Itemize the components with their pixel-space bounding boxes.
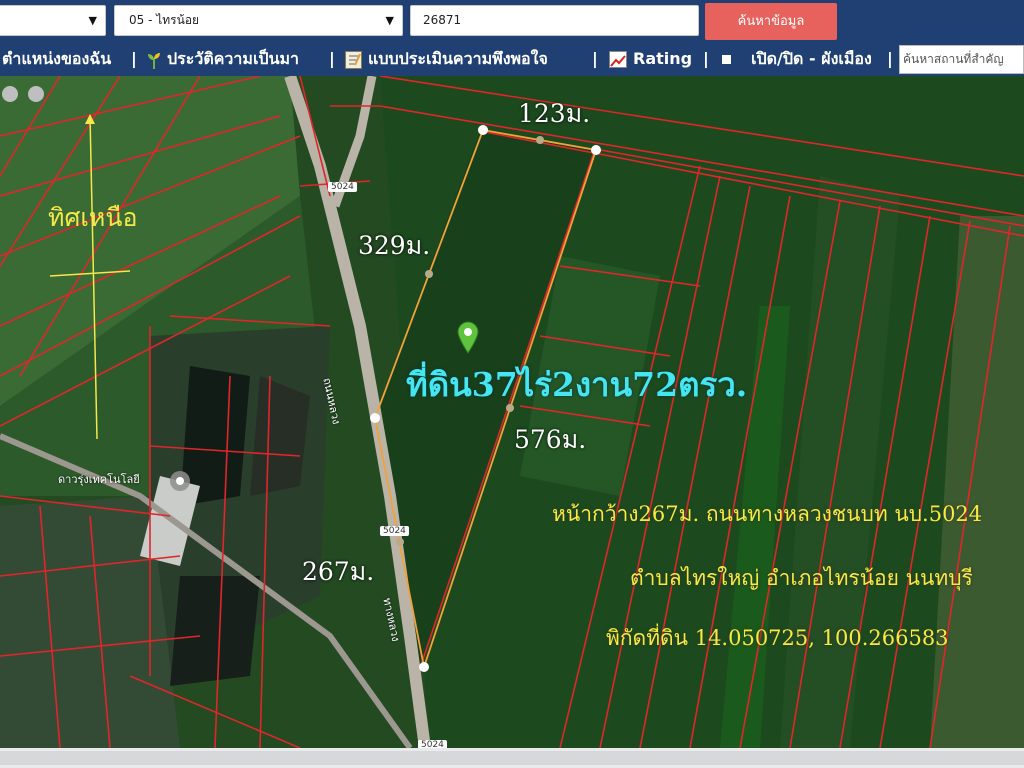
province-select[interactable]: ▼ [0, 5, 106, 36]
menu-my-location[interactable]: ตำแหน่งของฉัน [2, 48, 111, 70]
district-select-value: 05 - ไทรน้อย [129, 13, 200, 27]
menu-rating[interactable]: Rating [609, 48, 692, 70]
location-pin-icon[interactable] [456, 320, 480, 354]
satellite-map[interactable]: ทิศเหนือ 123ม. 329ม. 576ม. 267ม. ที่ดิน3… [0, 76, 1024, 748]
scrollbar-thumb[interactable] [0, 751, 1024, 765]
menu-my-location-label: ตำแหน่งของฉัน [2, 49, 112, 68]
coordinates-info-label: พิกัดที่ดิน 14.050725, 100.266583 [606, 626, 949, 650]
road-shield: 5024 [418, 740, 447, 748]
chevron-down-icon: ▼ [88, 14, 97, 27]
menu-separator: | [887, 49, 893, 68]
chevron-down-icon: ▼ [385, 14, 394, 27]
north-label: ทิศเหนือ [48, 203, 138, 232]
search-button[interactable]: ค้นหาข้อมูล [705, 3, 837, 40]
checkbox-icon[interactable] [722, 55, 731, 64]
menu-toggle-layer-label: เปิด/ปิด - ผังเมือง [751, 49, 872, 68]
horizontal-scrollbar[interactable] [0, 748, 1024, 768]
dimension-top-label: 123ม. [518, 99, 591, 128]
search-bar: ▼ 05 - ไทรน้อย ▼ 26871 ค้นหาข้อมูล [0, 0, 1024, 42]
chart-icon [609, 51, 627, 68]
menu-bar: ตำแหน่งของฉัน | ประวัติความเป็นมา | แบบป… [0, 42, 1024, 76]
menu-history[interactable]: ประวัติความเป็นมา [147, 48, 299, 70]
map-compass-control[interactable] [28, 86, 44, 102]
parcel-number-input[interactable]: 26871 [410, 5, 699, 36]
dimension-left-label: 329ม. [358, 231, 431, 260]
menu-rating-label: Rating [633, 49, 693, 68]
menu-toggle-layer[interactable]: เปิด/ปิด - ผังเมือง [720, 48, 872, 70]
menu-separator: | [131, 49, 137, 68]
land-area-label: ที่ดิน37ไร่2งาน72ตรว. [406, 365, 748, 404]
notepad-icon [345, 50, 362, 69]
frontage-info-label: หน้ากว้าง267ม. ถนนทางหลวงชนบท นบ.5024 [552, 502, 983, 526]
dimension-right-label: 576ม. [514, 425, 587, 454]
district-select[interactable]: 05 - ไทรน้อย ▼ [114, 5, 403, 36]
parcel-number-value: 26871 [423, 13, 462, 27]
menu-separator: | [703, 49, 709, 68]
sprout-icon [147, 51, 161, 69]
menu-survey[interactable]: แบบประเมินความพึงพอใจ [345, 48, 548, 70]
dimension-bottom-label: 267ม. [302, 557, 375, 586]
menu-survey-label: แบบประเมินความพึงพอใจ [368, 49, 548, 68]
road-shield: 5024 [328, 182, 357, 192]
menu-history-label: ประวัติความเป็นมา [167, 49, 300, 68]
map-zoom-control[interactable] [2, 86, 18, 102]
road-shield: 5024 [380, 526, 409, 536]
poi-search-input[interactable]: ค้นหาสถานที่สำคัญ [899, 45, 1024, 74]
menu-separator: | [592, 49, 598, 68]
poi-search-placeholder: ค้นหาสถานที่สำคัญ [903, 52, 1004, 66]
menu-separator: | [329, 49, 335, 68]
address-info-label: ตำบลไทรใหญ่ อำเภอไทรน้อย นนทบุรี [630, 566, 973, 590]
place-name-label[interactable]: ดาวรุ่งเทคโนโลยี [58, 470, 140, 488]
